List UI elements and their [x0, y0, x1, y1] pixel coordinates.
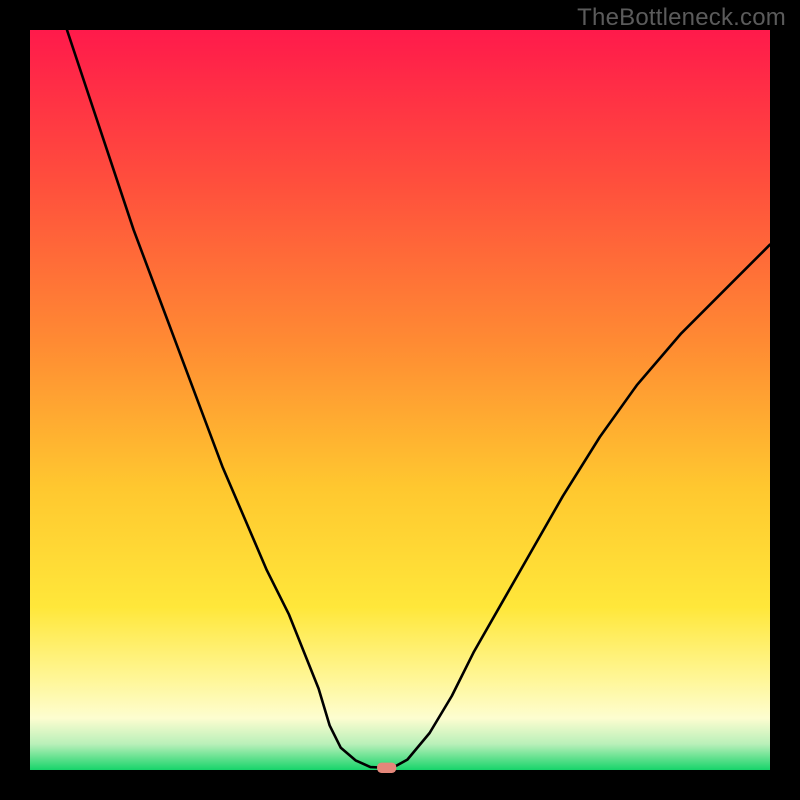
plot-background	[30, 30, 770, 770]
bottleneck-chart	[0, 0, 800, 800]
optimal-marker	[377, 763, 396, 773]
watermark-text: TheBottleneck.com	[577, 4, 786, 32]
chart-container: TheBottleneck.com	[0, 0, 800, 800]
